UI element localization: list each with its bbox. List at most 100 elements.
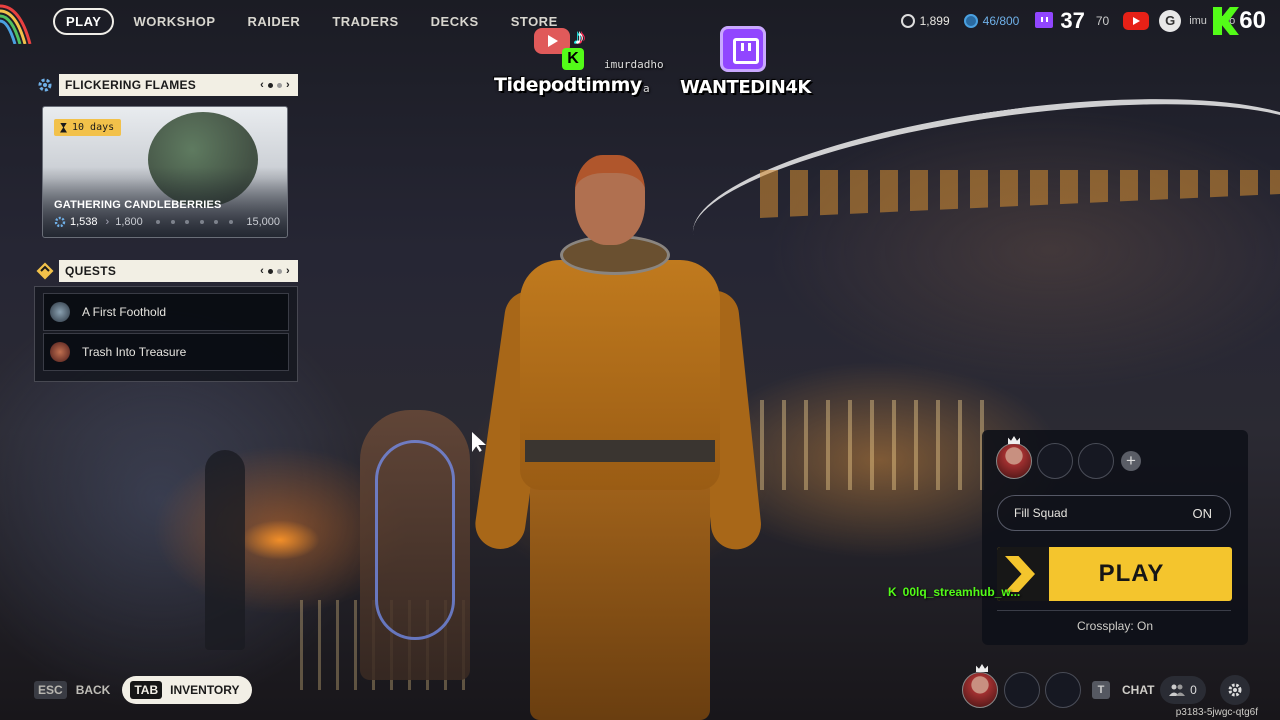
nav-tab-traders[interactable]: TRADERS xyxy=(316,9,414,34)
pager-next-icon[interactable]: › xyxy=(286,265,290,277)
character-legs xyxy=(530,480,710,720)
squad-slot-empty[interactable] xyxy=(1078,443,1114,479)
coins-stat[interactable]: 1,899 xyxy=(900,14,950,28)
event-panel-title-box: FLICKERING FLAMES ‹ › xyxy=(59,74,298,96)
quest-item[interactable]: Trash Into Treasure xyxy=(43,333,289,371)
gear-icon xyxy=(34,74,56,96)
squad-slot-empty[interactable] xyxy=(1037,443,1073,479)
main-nav: PLAY WORKSHOP RAIDER TRADERS DECKS STORE xyxy=(53,8,574,35)
pager-prev-icon[interactable]: ‹ xyxy=(260,265,264,277)
bottom-squad-slot-empty[interactable] xyxy=(1004,672,1040,708)
inventory-button[interactable]: TAB INVENTORY xyxy=(122,676,252,704)
scene-silhouette xyxy=(205,450,245,650)
nav-tab-decks[interactable]: DECKS xyxy=(415,9,495,34)
kick-icon: K xyxy=(888,585,897,599)
character-arm-right xyxy=(686,288,764,552)
kick-level-value: 60 xyxy=(1239,7,1266,34)
overlay-twitch-icon xyxy=(720,26,766,72)
bottom-squad-slot-player[interactable] xyxy=(962,672,998,708)
chat-message-text: 00lq_streamhub_w... xyxy=(902,585,1021,599)
quests-panel-title-box: QUESTS ‹ › xyxy=(59,260,298,282)
bottom-right-controls: T CHAT 0 xyxy=(962,664,1252,710)
overlay-tiktok-icon: ♪ xyxy=(574,24,585,49)
pager-dot xyxy=(268,82,274,88)
overlay-name-left-suffix: a xyxy=(643,82,650,95)
nav-tab-play[interactable]: PLAY xyxy=(53,8,115,35)
twitch-icon xyxy=(1035,12,1054,28)
character-belt xyxy=(525,440,715,462)
settings-button[interactable] xyxy=(1220,675,1250,705)
play-button-label: PLAY xyxy=(1098,560,1165,587)
chat-key-hint: T xyxy=(1092,681,1110,699)
username-partial: imu xyxy=(1189,15,1207,27)
friends-count: 0 xyxy=(1190,683,1197,697)
character-collar xyxy=(560,235,670,275)
chat-button[interactable]: CHAT xyxy=(1122,683,1154,697)
days-remaining-badge: 10 days xyxy=(54,119,122,136)
pager-dot xyxy=(277,268,283,274)
quests-list: A First Foothold Trash Into Treasure xyxy=(34,286,298,382)
overlay-kick-icon: K xyxy=(562,48,584,70)
quest-giver-avatar xyxy=(50,302,70,322)
event-pager: ‹ › xyxy=(260,79,298,91)
nav-tab-workshop[interactable]: WORKSHOP xyxy=(117,9,231,34)
mouse-cursor-icon xyxy=(472,432,486,452)
bottom-left-controls: ESC BACK TAB INVENTORY xyxy=(34,676,252,704)
add-squad-member-icon[interactable]: + xyxy=(1121,451,1141,471)
hourglass-icon xyxy=(60,122,67,133)
pager-prev-icon[interactable]: ‹ xyxy=(260,79,264,91)
scene-candles-left xyxy=(300,600,480,690)
stream-chat-message: K 00lq_streamhub_w... xyxy=(888,585,1020,599)
raider-tokens-value: 46/800 xyxy=(982,14,1020,28)
scene-robed-figure xyxy=(360,410,470,680)
twitch-level-overlay: 37 70 xyxy=(1033,8,1109,34)
days-remaining-label: 10 days xyxy=(72,122,115,133)
scene-neon-lights xyxy=(375,440,455,640)
quest-label: Trash Into Treasure xyxy=(82,345,187,359)
friends-button[interactable]: 0 xyxy=(1160,676,1206,704)
bottom-squad-slot-empty[interactable] xyxy=(1045,672,1081,708)
quest-item[interactable]: A First Foothold xyxy=(43,293,289,331)
quest-diamond-icon xyxy=(34,260,56,282)
progress-goal: 15,000 xyxy=(246,216,280,228)
pager-next-icon[interactable]: › xyxy=(286,79,290,91)
tab-key-hint: TAB xyxy=(130,681,163,699)
quest-giver-avatar xyxy=(50,342,70,362)
fill-squad-toggle[interactable]: Fill Squad ON xyxy=(997,495,1231,531)
scene-candles xyxy=(760,400,990,490)
back-button[interactable]: BACK xyxy=(76,683,111,697)
quests-section-title: QUESTS xyxy=(65,264,117,278)
event-card[interactable]: 10 days GATHERING CANDLEBERRIES 1,538 › … xyxy=(42,106,288,238)
quests-panel-header: QUESTS ‹ › xyxy=(34,260,298,282)
scene-fire xyxy=(240,520,320,560)
crossplay-status: Crossplay: On xyxy=(1076,619,1154,633)
profile-avatar[interactable]: G xyxy=(1159,10,1182,32)
divider xyxy=(997,610,1231,611)
quests-pager: ‹ › xyxy=(260,265,298,277)
squad-slot-player[interactable] xyxy=(996,443,1032,479)
inventory-label: INVENTORY xyxy=(170,683,240,697)
crown-icon xyxy=(976,664,988,672)
character-head xyxy=(575,155,645,245)
event-panel-header: FLICKERING FLAMES ‹ › xyxy=(34,74,298,96)
pager-dot xyxy=(277,82,283,88)
character-torso xyxy=(520,260,720,490)
rainbow-stripes-logo xyxy=(0,4,32,44)
event-section-title: FLICKERING FLAMES xyxy=(65,78,197,92)
play-button[interactable]: PLAY xyxy=(997,547,1232,601)
progress-current: 1,538 xyxy=(70,216,98,228)
currency-stats: 1,899 46/800 37 70 G imu dho 60 xyxy=(900,6,1280,36)
gear-icon xyxy=(54,216,66,228)
friends-icon xyxy=(1169,684,1186,696)
raider-character xyxy=(472,150,764,720)
scene-pennants xyxy=(760,170,1280,218)
top-navigation-bar: PLAY WORKSHOP RAIDER TRADERS DECKS STORE… xyxy=(0,0,1280,44)
gear-icon xyxy=(1228,683,1242,697)
event-name: GATHERING CANDLEBERRIES xyxy=(54,199,222,211)
fill-squad-value: ON xyxy=(1192,505,1213,521)
raider-tokens-stat[interactable]: 46/800 xyxy=(963,14,1020,28)
nav-tab-raider[interactable]: RAIDER xyxy=(231,9,316,34)
overlay-handle: imurdadho xyxy=(604,58,664,71)
event-progress: 1,538 › 1,800 15,000 xyxy=(54,216,280,228)
overlay-name-left: Tidepodtimmy xyxy=(494,74,642,96)
